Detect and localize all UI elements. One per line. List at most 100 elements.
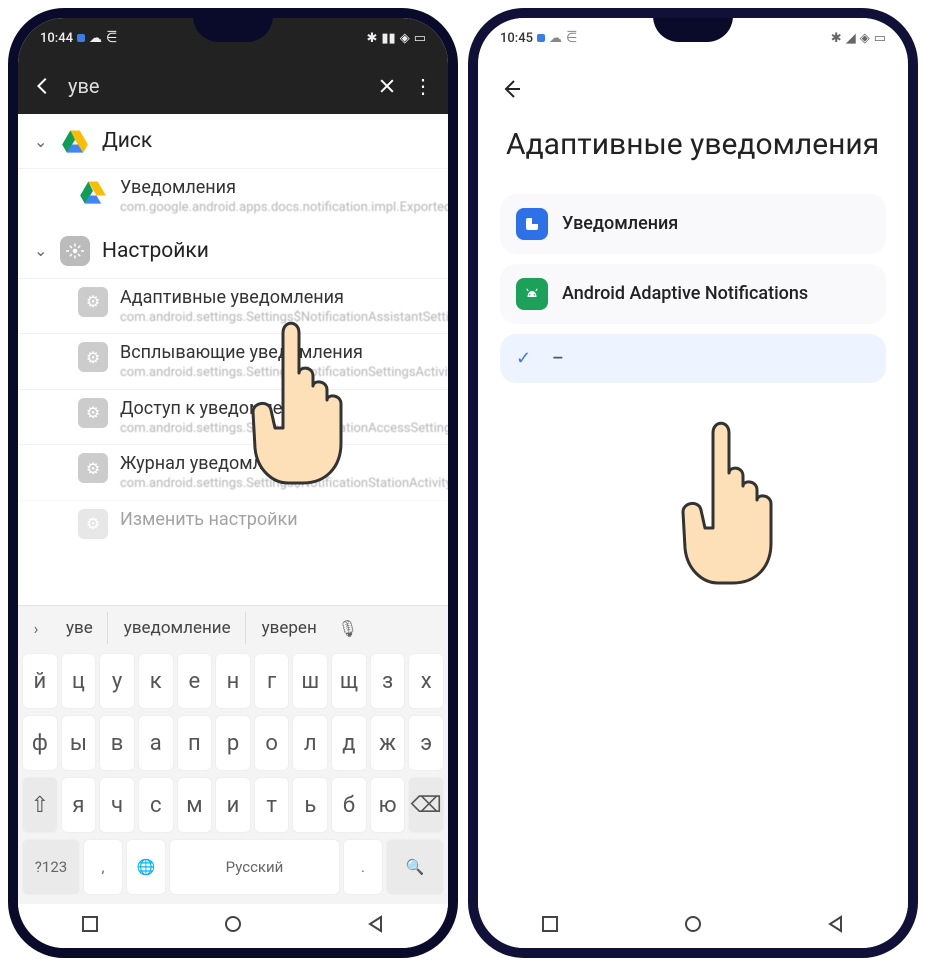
nav-bar [478, 904, 908, 948]
nav-recents-icon[interactable] [81, 915, 99, 937]
key-п[interactable]: п [177, 715, 213, 771]
search-header: уве ⋮ [18, 58, 448, 114]
screen-left: 10:44 ☁ ⋶ ✱ ▮▮ ◈ ▭ уве ⋮ [18, 18, 448, 948]
key-м[interactable]: м [177, 777, 213, 833]
key-и[interactable]: и [215, 777, 251, 833]
search-input[interactable]: уве [68, 74, 362, 98]
suggestion[interactable]: уве [52, 612, 108, 644]
suggestion[interactable]: уверен [248, 612, 331, 644]
key-х[interactable]: х [408, 653, 444, 709]
key-я[interactable]: я [61, 777, 97, 833]
result-subtitle: com.google.android.apps.docs.notificatio… [120, 200, 448, 216]
key-ф[interactable]: ф [22, 715, 58, 771]
key-л[interactable]: л [292, 715, 328, 771]
wifi-icon: ⋶ [106, 31, 117, 46]
key-ц[interactable]: ц [61, 653, 97, 709]
result-group-header[interactable]: ⌄ Настройки [18, 224, 448, 278]
nav-recents-icon[interactable] [541, 915, 559, 937]
nav-back-icon[interactable] [827, 915, 845, 937]
key-globe[interactable]: 🌐 [126, 839, 166, 895]
back-icon[interactable] [500, 76, 526, 102]
key-comma[interactable]: , [83, 839, 123, 895]
search-result-item[interactable]: ⚙ Адаптивные уведомления com.android.set… [18, 278, 448, 334]
result-group-header[interactable]: ⌄ Диск [18, 114, 448, 168]
key-б[interactable]: б [331, 777, 367, 833]
result-title: Журнал уведомлений [120, 453, 448, 474]
gear-icon: ⚙ [78, 453, 108, 483]
android-icon [516, 278, 548, 310]
gear-icon [60, 236, 90, 266]
key-р[interactable]: р [215, 715, 251, 771]
key-dot[interactable]: . [343, 839, 383, 895]
result-subtitle: com.android.settings.Settings$Notificati… [120, 476, 448, 492]
key-search[interactable]: 🔍 [386, 839, 444, 895]
key-ж[interactable]: ж [370, 715, 406, 771]
nav-home-icon[interactable] [684, 915, 702, 937]
key-э[interactable]: э [408, 715, 444, 771]
chevron-right-icon[interactable]: › [22, 619, 50, 638]
cloud-icon: ☁ [549, 31, 562, 46]
result-title: Доступ к уведомлениям [120, 398, 448, 419]
notification-icon [516, 208, 548, 240]
option-item-selected[interactable]: ✓ – [500, 334, 886, 383]
signal-icon: ◢ [846, 31, 856, 46]
key-shift[interactable]: ⇧ [22, 777, 58, 833]
option-item[interactable]: Android Adaptive Notifications [500, 264, 886, 324]
key-ш[interactable]: ш [292, 653, 328, 709]
status-app-icon [537, 34, 545, 42]
search-result-item[interactable]: Уведомления com.google.android.apps.docs… [18, 168, 448, 224]
nav-bar [18, 904, 448, 948]
key-н[interactable]: н [215, 653, 251, 709]
key-е[interactable]: е [177, 653, 213, 709]
bluetooth-icon: ✱ [366, 31, 377, 46]
key-с[interactable]: с [138, 777, 174, 833]
key-row: ⇧ячсмитьбю⌫ [18, 774, 448, 836]
search-results[interactable]: ⌄ Диск Уведомления com.google.android.ap… [18, 114, 448, 605]
gear-icon: ⚙ [78, 398, 108, 428]
key-к[interactable]: к [138, 653, 174, 709]
option-item[interactable]: Уведомления [500, 194, 886, 254]
option-label: Android Adaptive Notifications [562, 283, 870, 304]
key-в[interactable]: в [99, 715, 135, 771]
overflow-icon[interactable]: ⋮ [412, 75, 434, 97]
key-т[interactable]: т [254, 777, 290, 833]
result-title: Адаптивные уведомления [120, 287, 448, 308]
result-title: Всплывающие уведомления [120, 342, 448, 363]
wifi-icon: ⋶ [566, 31, 577, 46]
search-result-item[interactable]: ⚙ Изменить настройки [18, 500, 448, 547]
battery-icon: ▭ [414, 31, 426, 46]
key-ч[interactable]: ч [99, 777, 135, 833]
key-backspace[interactable]: ⌫ [408, 777, 444, 833]
nav-back-icon[interactable] [367, 915, 385, 937]
key-ь[interactable]: ь [292, 777, 328, 833]
clear-icon[interactable] [376, 75, 398, 97]
search-result-item[interactable]: ⚙ Всплывающие уведомления com.android.se… [18, 333, 448, 389]
phone-right: 10:45 ☁ ⋶ ✱ ◢ ◈ ▭ Адаптивные уведомления [468, 8, 918, 958]
key-а[interactable]: а [138, 715, 174, 771]
result-subtitle: com.android.settings.Settings$Notificati… [120, 421, 448, 437]
key-щ[interactable]: щ [331, 653, 367, 709]
result-title: Уведомления [120, 177, 448, 198]
search-result-item[interactable]: ⚙ Доступ к уведомлениям com.android.sett… [18, 389, 448, 445]
key-о[interactable]: о [254, 715, 290, 771]
nav-home-icon[interactable] [224, 915, 242, 937]
result-subtitle: com.android.settings.Settings$Notificati… [120, 365, 448, 381]
key-й[interactable]: й [22, 653, 58, 709]
phone-left: 10:44 ☁ ⋶ ✱ ▮▮ ◈ ▭ уве ⋮ [8, 8, 458, 958]
gear-icon: ⚙ [78, 287, 108, 317]
key-ы[interactable]: ы [61, 715, 97, 771]
key-numbers[interactable]: ?123 [22, 839, 80, 895]
mic-icon[interactable]: 🎙 [333, 619, 363, 638]
suggestion[interactable]: уведомление [110, 612, 246, 644]
key-ю[interactable]: ю [370, 777, 406, 833]
key-у[interactable]: у [99, 653, 135, 709]
back-icon[interactable] [32, 75, 54, 97]
search-result-item[interactable]: ⚙ Журнал уведомлений com.android.setting… [18, 444, 448, 500]
key-д[interactable]: д [331, 715, 367, 771]
drive-icon [60, 126, 90, 156]
key-space[interactable]: Русский [169, 839, 340, 895]
key-г[interactable]: г [254, 653, 290, 709]
suggestion-row: › уве уведомление уверен 🎙 [18, 605, 448, 650]
key-з[interactable]: з [370, 653, 406, 709]
keyboard[interactable]: › уве уведомление уверен 🎙 йцукенгшщзх ф… [18, 605, 448, 904]
